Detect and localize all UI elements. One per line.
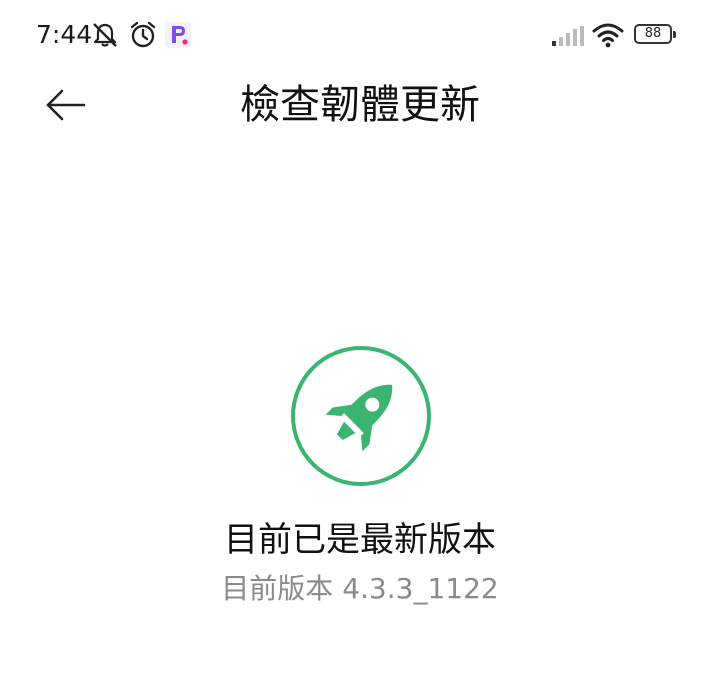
rocket-badge	[291, 346, 431, 486]
up-to-date-message: 目前已是最新版本	[224, 520, 496, 560]
current-version: 目前版本 4.3.3_1122	[0, 566, 720, 612]
signal-icon	[552, 26, 584, 46]
version-value: 4.3.3_1122	[342, 572, 499, 605]
app-notification-icon	[165, 22, 191, 48]
battery-icon: 88	[634, 24, 676, 44]
alarm-icon	[130, 21, 156, 48]
status-bar: 7:44 88	[0, 0, 720, 70]
mute-bell-icon	[93, 23, 117, 47]
status-time: 7:44	[36, 20, 93, 49]
version-label: 目前版本	[221, 572, 334, 605]
page-title: 檢查韌體更新	[240, 82, 480, 128]
wifi-icon	[592, 23, 624, 48]
rocket-icon	[325, 384, 393, 452]
battery-level: 88	[644, 26, 662, 41]
